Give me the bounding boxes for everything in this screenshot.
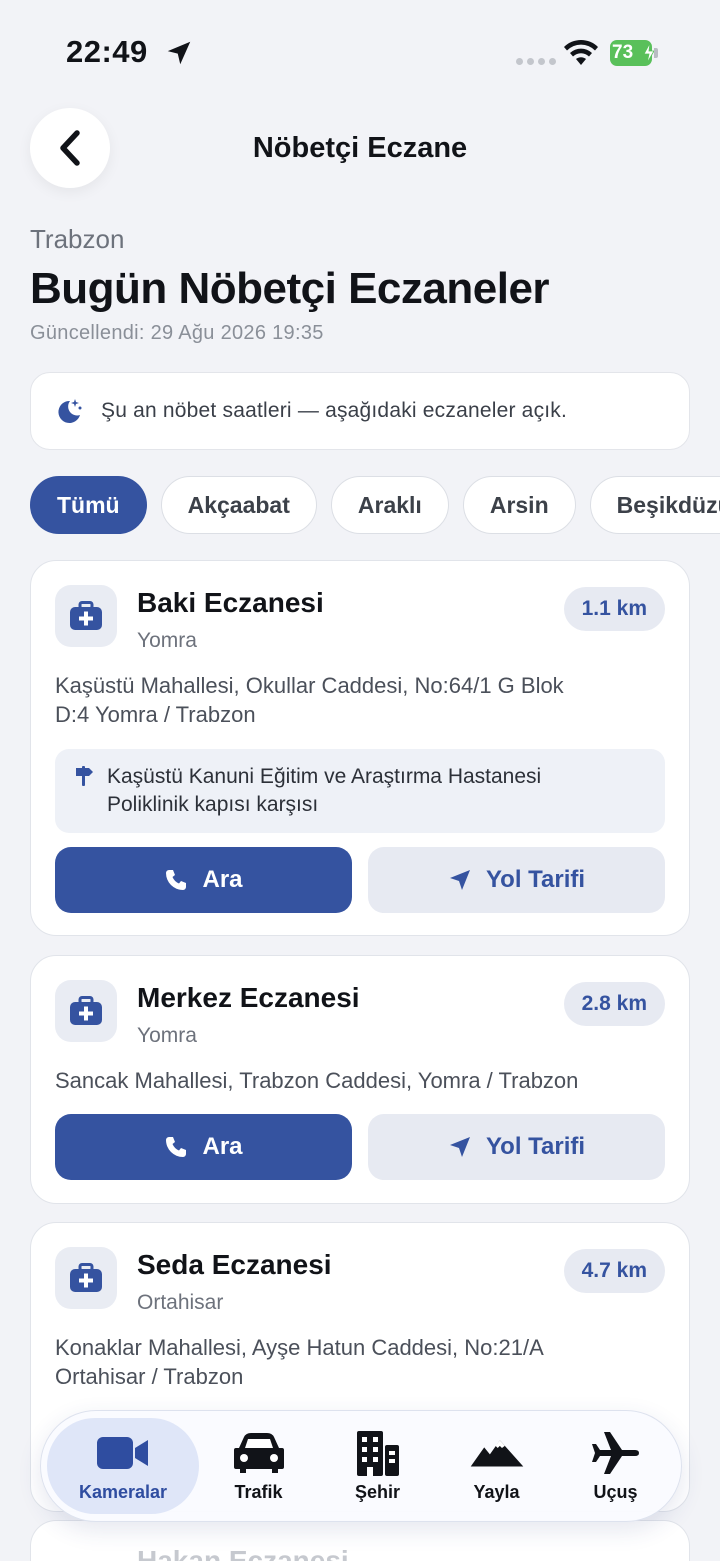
call-label: Ara [202, 866, 243, 893]
tab-yayla[interactable]: Yayla [437, 1418, 556, 1514]
landmark-line: Poliklinik kapısı karşısı [107, 793, 319, 816]
tab-trafik[interactable]: Trafik [199, 1418, 318, 1514]
moon-stars-icon [58, 399, 82, 423]
chip-all[interactable]: Tümü [30, 476, 147, 534]
address-line: Sancak Mahallesi, Trabzon Caddesi, Yomra… [55, 1068, 579, 1093]
medical-kit-icon [55, 585, 117, 647]
battery-level: 73 [612, 42, 634, 63]
chip-akcaabat[interactable]: Akçaabat [160, 476, 317, 534]
pharmacy-card: Baki Eczanesi Yomra 1.1 km Kaşüstü Mahal… [30, 560, 690, 936]
chip-arsin[interactable]: Arsin [462, 476, 576, 534]
bottom-tab-bar: Kameralar Trafik Şehir Yayla Uçuş [40, 1410, 682, 1522]
city-label: Trabzon [30, 224, 125, 254]
directions-button[interactable]: Yol Tarifi [368, 1114, 665, 1180]
pharmacy-address: Kaşüstü Mahallesi, Okullar Caddesi, No:6… [55, 671, 665, 729]
wifi-icon [564, 39, 598, 65]
medical-kit-icon [55, 980, 117, 1042]
mountain-icon [470, 1430, 524, 1476]
battery-indicator: 73 [610, 40, 658, 66]
pharmacy-card: Hakan Eczanesi [30, 1520, 690, 1561]
status-bar: 22:49 73 [0, 0, 720, 100]
directions-label: Yol Tarifi [485, 866, 586, 893]
signpost-icon [76, 766, 93, 786]
address-line: Konaklar Mahallesi, Ayşe Hatun Caddesi, … [55, 1335, 544, 1360]
nav-title: Nöbetçi Eczane [252, 132, 468, 164]
pharmacy-district: Yomra [137, 1024, 197, 1047]
address-line: D:4 Yomra / Trabzon [55, 702, 256, 727]
chip-besikduzu[interactable]: Beşikdüzü [589, 476, 720, 534]
pharmacy-address: Konaklar Mahallesi, Ayşe Hatun Caddesi, … [55, 1333, 665, 1391]
pharmacy-name: Hakan Eczanesi [137, 1545, 349, 1561]
car-icon [232, 1430, 286, 1476]
distance-badge: 1.1 km [563, 587, 665, 631]
tab-label: Trafik [234, 1481, 283, 1502]
distance-badge: 4.7 km [563, 1249, 665, 1293]
directions-label: Yol Tarifi [485, 1133, 586, 1160]
duty-hours-banner: Şu an nöbet saatleri — aşağıdaki eczanel… [30, 372, 690, 450]
pharmacy-district: Yomra [137, 629, 197, 652]
location-arrow-icon [167, 41, 191, 65]
pharmacy-address: Sancak Mahallesi, Trabzon Caddesi, Yomra… [55, 1066, 665, 1095]
tab-label: Uçuş [593, 1481, 638, 1502]
airplane-icon [589, 1430, 643, 1476]
building-icon [351, 1430, 405, 1476]
video-camera-icon [96, 1430, 150, 1476]
tab-ucus[interactable]: Uçuş [556, 1418, 675, 1514]
phone-icon [166, 1137, 187, 1157]
call-button[interactable]: Ara [55, 847, 352, 913]
tab-sehir[interactable]: Şehir [318, 1418, 437, 1514]
status-time: 22:49 [66, 34, 148, 69]
updated-timestamp: Güncellendi: 29 Ağu 2026 19:35 [30, 322, 324, 344]
landmark-note: Kaşüstü Kanuni Eğitim ve Araştırma Hasta… [55, 749, 665, 833]
call-label: Ara [202, 1133, 243, 1160]
pharmacy-name: Merkez Eczanesi [137, 982, 360, 1013]
pharmacy-name: Baki Eczanesi [137, 587, 324, 618]
medical-kit-icon [55, 1247, 117, 1309]
pharmacy-card: Merkez Eczanesi Yomra 2.8 km Sancak Maha… [30, 955, 690, 1204]
tab-label: Kameralar [78, 1481, 168, 1502]
navigation-arrow-icon [449, 1137, 470, 1157]
landmark-line: Kaşüstü Kanuni Eğitim ve Araştırma Hasta… [107, 765, 542, 788]
tab-label: Şehir [354, 1481, 401, 1502]
chip-arakli[interactable]: Araklı [330, 476, 449, 534]
pharmacy-name: Seda Eczanesi [137, 1249, 332, 1280]
call-button[interactable]: Ara [55, 1114, 352, 1180]
navigation-arrow-icon [449, 870, 470, 890]
tab-kameralar[interactable]: Kameralar [47, 1418, 199, 1514]
pharmacy-district: Ortahisar [137, 1291, 224, 1314]
district-filter-chips: Tümü Akçaabat Araklı Arsin Beşikdüzü [30, 476, 720, 536]
directions-button[interactable]: Yol Tarifi [368, 847, 665, 913]
duty-hours-text: Şu an nöbet saatleri — aşağıdaki eczanel… [101, 399, 568, 422]
phone-icon [166, 870, 187, 890]
address-line: Kaşüstü Mahallesi, Okullar Caddesi, No:6… [55, 673, 564, 698]
distance-badge: 2.8 km [563, 982, 665, 1026]
address-line: Ortahisar / Trabzon [55, 1364, 244, 1389]
tab-label: Yayla [473, 1481, 520, 1502]
cellular-signal-icon [516, 58, 556, 65]
page-title: Bugün Nöbetçi Eczaneler [30, 264, 550, 313]
